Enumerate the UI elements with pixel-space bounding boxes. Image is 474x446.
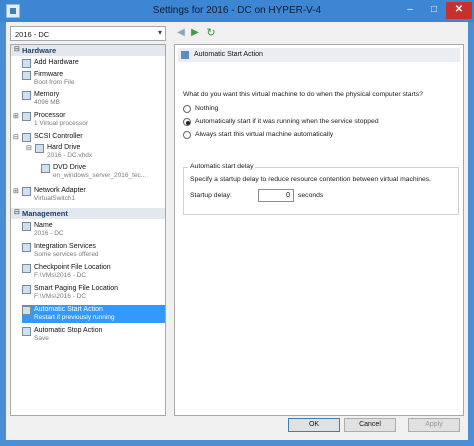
checkpoint-folder-icon	[22, 264, 31, 273]
tree-item-subtitle: Some services offered	[34, 251, 99, 258]
collapse-icon[interactable]: ⊟	[13, 133, 19, 141]
tree-item-title: Memory	[34, 91, 60, 98]
tree-item-subtitle: Boot from File	[34, 79, 75, 86]
integration-services-icon	[22, 243, 31, 252]
refresh-icon[interactable]: ↻	[204, 26, 218, 40]
hardware-header-label: Hardware	[22, 46, 57, 55]
startup-delay-label: Startup delay:	[190, 192, 232, 199]
vm-select[interactable]: 2016 - DC ▾	[10, 26, 166, 41]
start-delay-group: Automatic start delay Specify a startup …	[183, 163, 459, 215]
nav-toolbar: ◀ ▶ ↻	[174, 26, 234, 40]
radio-label: Automatically start if it was running wh…	[195, 118, 379, 125]
tree-item-title: Integration Services	[34, 243, 96, 250]
tree-item-title: Processor	[34, 112, 66, 119]
tree-item-dvd-drive[interactable]: DVD Drive en_windows_server_2016_tec...	[41, 163, 165, 181]
tree-item-name[interactable]: Name 2016 - DC	[22, 221, 165, 239]
dvd-drive-icon	[41, 164, 50, 173]
tree-item-title: DVD Drive	[53, 164, 87, 171]
radio-label: Always start this virtual machine automa…	[195, 131, 334, 138]
collapse-icon[interactable]: ⊟	[14, 45, 20, 53]
tree-item-title: Network Adapter	[34, 187, 86, 194]
tree-item-subtitle: Restart if previously running	[34, 314, 115, 321]
forward-arrow-icon[interactable]: ▶	[188, 26, 202, 40]
title-bar[interactable]: Settings for 2016 - DC on HYPER-V-4 – □ …	[0, 0, 474, 22]
tree-item-subtitle: 1 Virtual processor	[34, 120, 89, 127]
expand-icon[interactable]: ⊞	[13, 187, 19, 195]
start-action-icon	[181, 51, 189, 59]
smart-paging-folder-icon	[22, 285, 31, 294]
network-adapter-icon	[22, 187, 31, 196]
radio-button-selected[interactable]	[183, 118, 191, 126]
maximize-button[interactable]: □	[422, 2, 446, 19]
tree-item-subtitle: 2016 - DC	[34, 230, 64, 237]
radio-label: Nothing	[195, 105, 219, 112]
tree-item-title: Automatic Start Action	[34, 306, 103, 313]
tree-item-smart-paging-location[interactable]: Smart Paging File Location F:\VMs\2016 -…	[22, 284, 165, 302]
tree-item-title: Add Hardware	[34, 59, 79, 66]
tree-item-subtitle: 2016 - DC.vhdx	[47, 152, 93, 159]
minimize-button[interactable]: –	[398, 2, 422, 19]
cancel-button[interactable]: Cancel	[344, 418, 396, 432]
tree-item-subtitle: VirtualSwitch1	[34, 195, 76, 202]
settings-window: Settings for 2016 - DC on HYPER-V-4 – □ …	[0, 0, 474, 446]
start-delay-group-title: Automatic start delay	[188, 163, 256, 170]
processor-icon	[22, 112, 31, 121]
tree-item-subtitle: Save	[34, 335, 49, 342]
stop-action-icon	[22, 327, 31, 336]
tree-item-title: Automatic Stop Action	[34, 327, 103, 334]
tree-item-hard-drive[interactable]: Hard Drive 2016 - DC.vhdx	[35, 143, 165, 161]
radio-button[interactable]	[183, 131, 191, 139]
tree-item-automatic-start-action[interactable]: Automatic Start Action Restart if previo…	[22, 305, 165, 323]
tree-item-memory[interactable]: Memory 4096 MB	[22, 90, 165, 108]
vm-select-value: 2016 - DC	[15, 30, 50, 39]
start-action-icon	[22, 306, 31, 315]
apply-button[interactable]: Apply	[408, 418, 460, 432]
tree-item-subtitle: F:\VMs\2016 - DC	[34, 293, 87, 300]
tree-item-processor[interactable]: Processor 1 Virtual processor	[22, 111, 165, 129]
panel-header: Automatic Start Action	[178, 48, 460, 62]
tree-item-title: Checkpoint File Location	[34, 264, 111, 271]
tree-item-subtitle: F:\VMs\2016 - DC	[34, 272, 87, 279]
tree-item-title: Firmware	[34, 71, 64, 78]
tree-item-checkpoint-location[interactable]: Checkpoint File Location F:\VMs\2016 - D…	[22, 263, 165, 281]
hardware-section-header[interactable]: ⊟ Hardware	[11, 45, 165, 56]
settings-tree: ⊟ Hardware Add Hardware Firmware Boot fr…	[10, 44, 166, 416]
scsi-controller-icon	[22, 133, 31, 142]
tree-item-subtitle: 4096 MB	[34, 99, 61, 106]
start-delay-description: Specify a startup delay to reduce resour…	[190, 176, 432, 183]
name-icon	[22, 222, 31, 231]
ok-button[interactable]: OK	[288, 418, 340, 432]
tree-item-network-adapter[interactable]: Network Adapter VirtualSwitch1	[22, 186, 165, 204]
startup-delay-input[interactable]	[258, 189, 294, 202]
tree-item-title: Name	[34, 222, 53, 229]
close-button[interactable]: ✕	[446, 2, 472, 19]
radio-button[interactable]	[183, 105, 191, 113]
memory-icon	[22, 91, 31, 100]
tree-item-title: Hard Drive	[47, 144, 81, 151]
tree-item-subtitle: en_windows_server_2016_tec...	[53, 172, 147, 179]
settings-panel: Automatic Start Action What do you want …	[174, 44, 464, 416]
chevron-down-icon: ▾	[157, 28, 162, 37]
add-hardware-icon	[22, 59, 31, 68]
collapse-icon[interactable]: ⊟	[14, 208, 20, 216]
collapse-icon[interactable]: ⊟	[26, 144, 32, 152]
management-header-label: Management	[22, 209, 68, 218]
back-arrow-icon[interactable]: ◀	[174, 26, 188, 40]
tree-item-title: SCSI Controller	[34, 133, 83, 140]
panel-title: Automatic Start Action	[194, 51, 263, 58]
tree-item-title: Smart Paging File Location	[34, 285, 119, 292]
start-action-question: What do you want this virtual machine to…	[183, 91, 423, 98]
hard-drive-icon	[35, 144, 44, 153]
startup-delay-unit: seconds	[298, 192, 324, 199]
dialog-client: 2016 - DC ▾ ◀ ▶ ↻ ⊟ Hardware Add Hardwar…	[6, 22, 468, 440]
management-section-header[interactable]: ⊟ Management	[11, 208, 165, 219]
expand-icon[interactable]: ⊞	[13, 112, 19, 120]
firmware-icon	[22, 71, 31, 80]
tree-item-integration-services[interactable]: Integration Services Some services offer…	[22, 242, 165, 260]
tree-item-firmware[interactable]: Firmware Boot from File	[22, 70, 165, 88]
tree-item-automatic-stop-action[interactable]: Automatic Stop Action Save	[22, 326, 165, 344]
